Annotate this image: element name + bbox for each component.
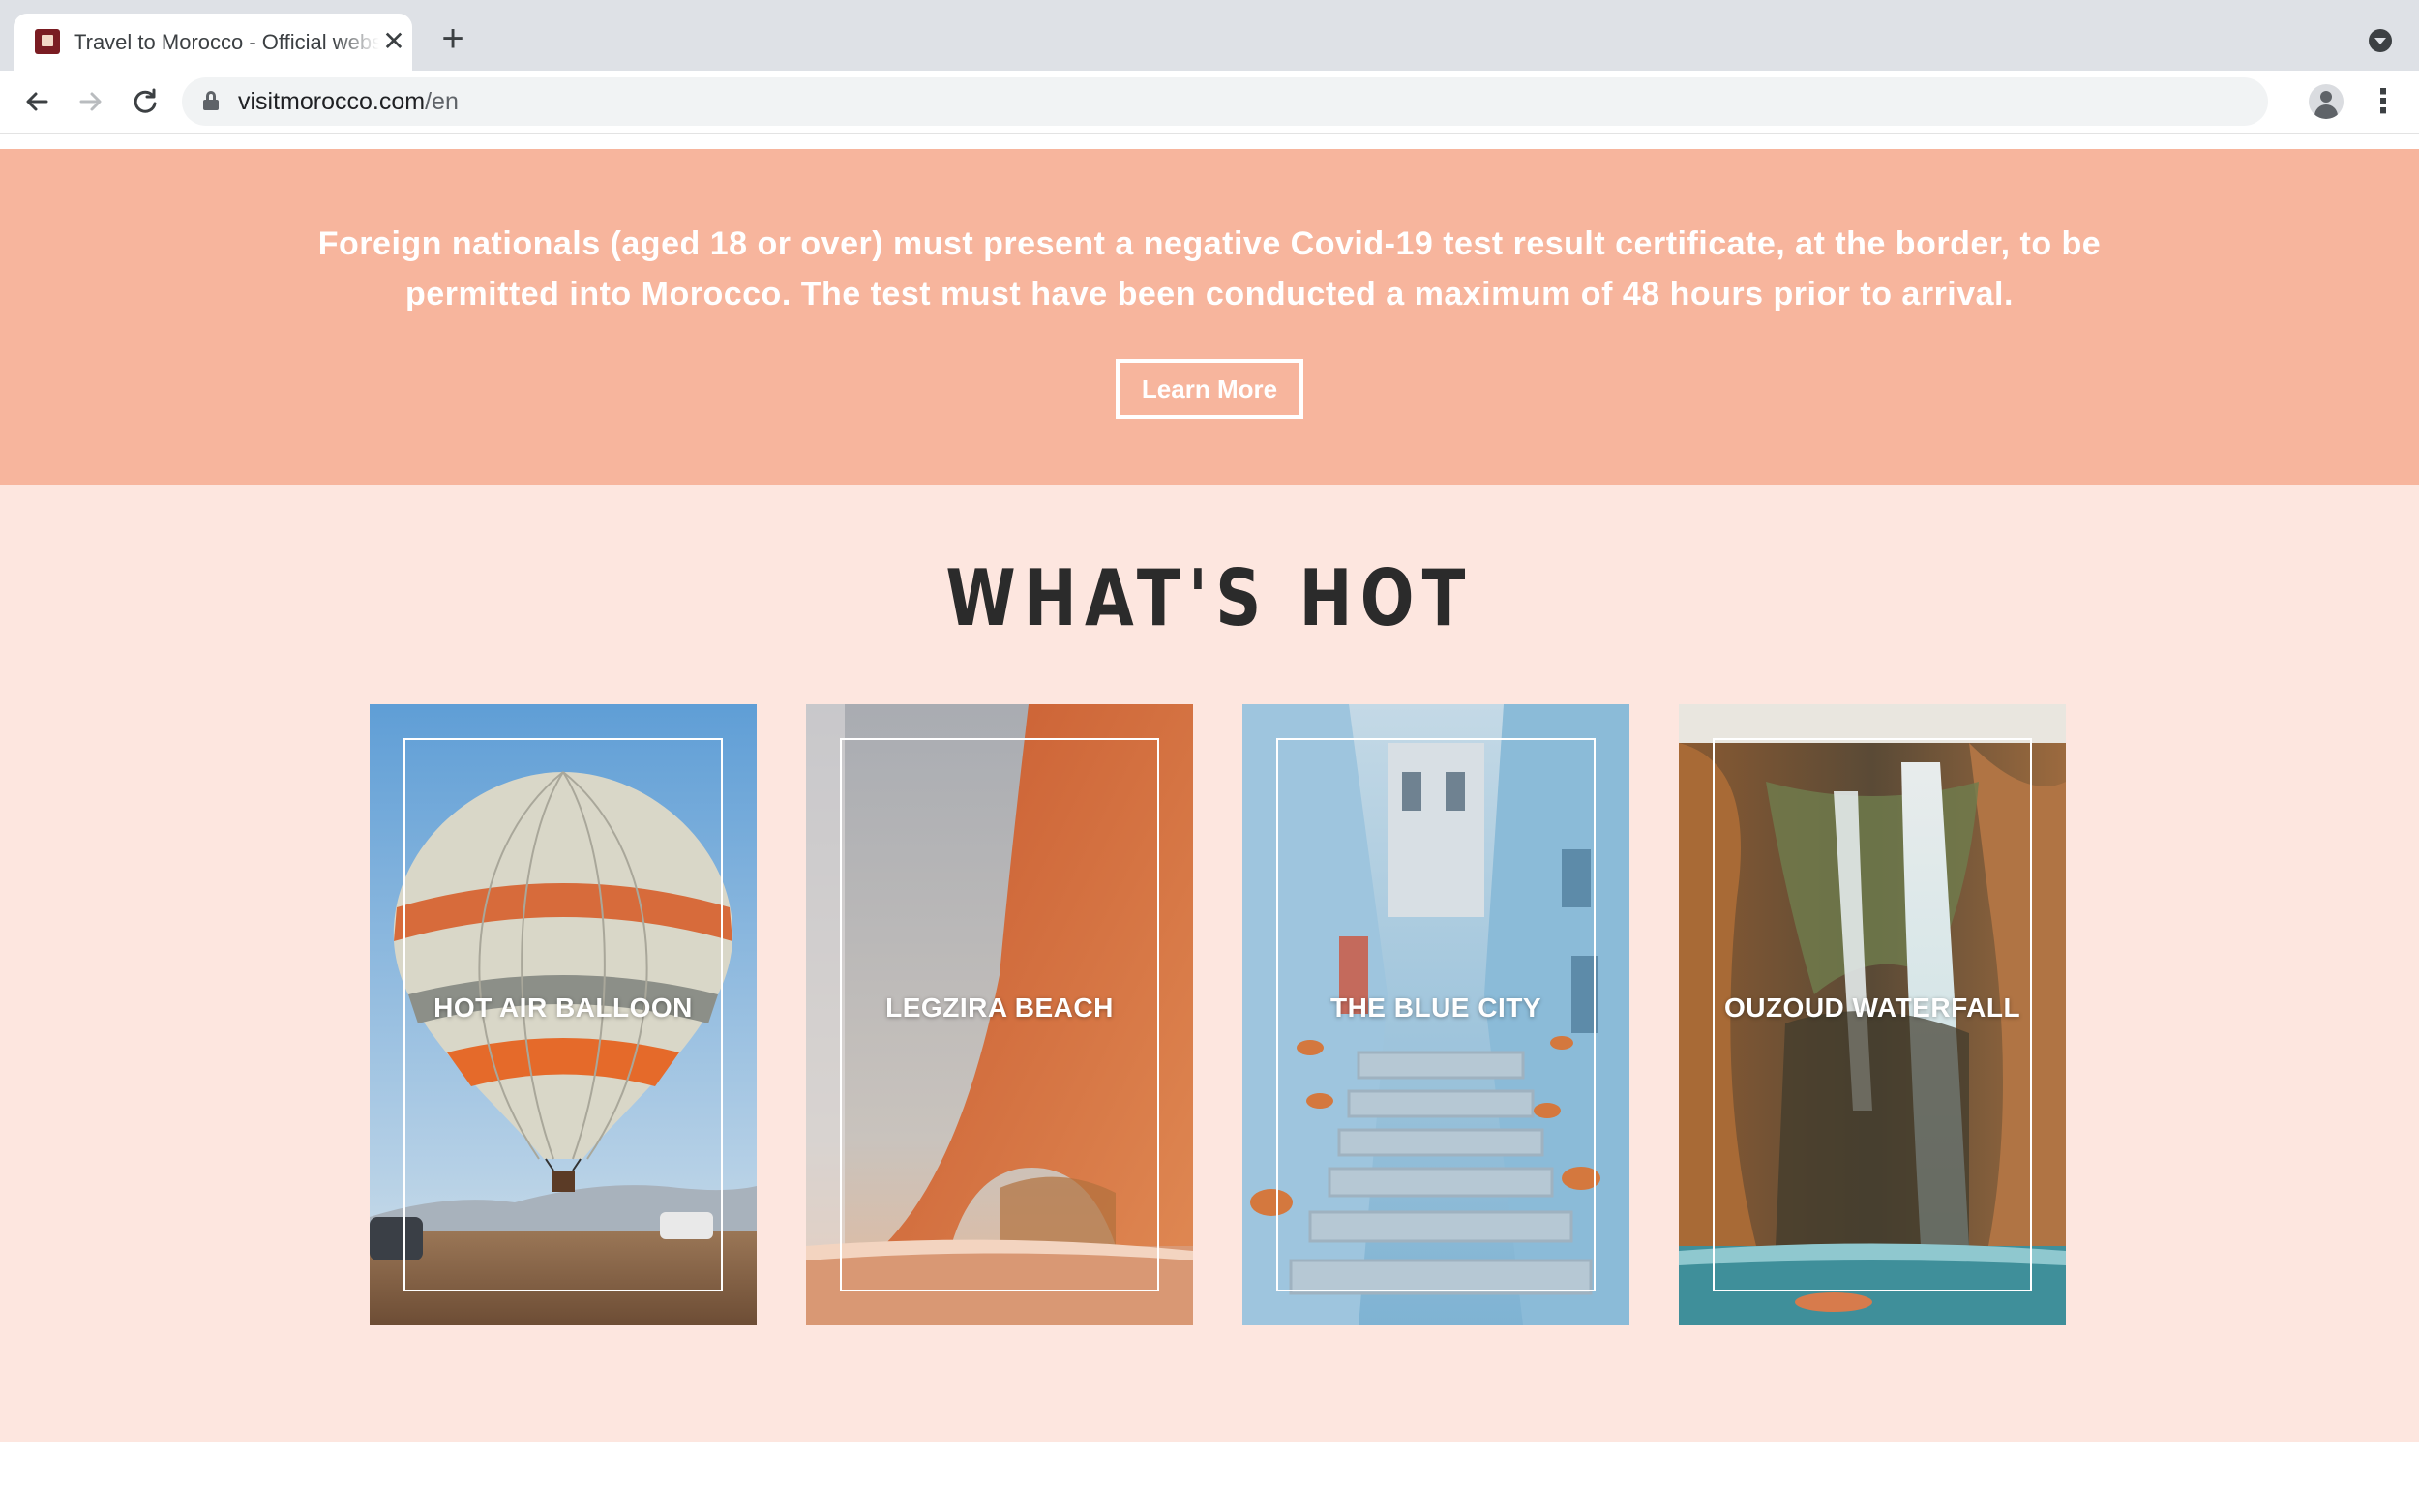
tab-search-icon[interactable] [2369,29,2392,52]
arrow-left-icon [26,92,48,111]
url-text[interactable]: visitmorocco.com/en [238,87,459,116]
card-label: THE BLUE CITY [1329,993,1542,1023]
whats-hot-section: WHAT'S HOT HOT AIR BALLOON LEGZIRA BEACH… [0,485,2419,1442]
url-path: /en [425,88,459,115]
arrow-right-icon [79,92,102,111]
new-tab-button[interactable]: + [433,19,472,58]
kebab-menu-icon[interactable]: ⋮ [2367,82,2400,121]
lock-icon[interactable] [203,91,219,110]
close-tab-icon[interactable]: ✕ [379,27,408,56]
reload-button[interactable] [126,82,164,121]
tab-title: Travel to Morocco - Official website [74,30,379,54]
url-host: visitmorocco.com [238,88,426,115]
reload-icon [134,88,157,113]
card-label: LEGZIRA BEACH [885,993,1114,1023]
browser-toolbar: visitmorocco.com/en ☆ ⋮ [0,71,2419,134]
favicon-icon [35,29,60,54]
covid-alert-message: Foreign nationals (aged 18 or over) must… [317,225,2102,312]
browser-tab-active[interactable]: Travel to Morocco - Official website ✕ [14,14,412,71]
forward-button[interactable] [72,82,110,121]
whats-hot-title: WHAT'S HOT [945,553,1474,643]
page-bottom-area [0,1442,2419,1512]
site-header-strip [0,134,2419,149]
covid-alert-banner: Foreign nationals (aged 18 or over) must… [0,149,2419,485]
card-label: HOT AIR BALLOON [433,993,693,1023]
tab-strip: Travel to Morocco - Official website ✕ + [0,0,2419,71]
back-button[interactable] [17,82,56,121]
card-label: OUZOUD WATERFALL [1723,993,2021,1023]
learn-more-button[interactable]: Learn More [1116,359,1303,419]
card-legzira-beach[interactable]: LEGZIRA BEACH [806,704,1193,1325]
profile-icon[interactable] [2309,84,2344,119]
card-hot-air-balloon[interactable]: HOT AIR BALLOON [370,704,757,1325]
address-bar[interactable]: visitmorocco.com/en ☆ [182,77,2268,126]
card-ouzoud-waterfall[interactable]: OUZOUD WATERFALL [1679,704,2066,1325]
card-the-blue-city[interactable]: THE BLUE CITY [1242,704,1629,1325]
